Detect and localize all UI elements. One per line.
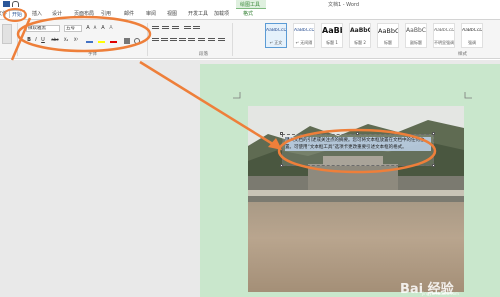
- arrow-head-icon: [268, 138, 282, 150]
- watermark-url: jingyan.baidu.com: [422, 291, 459, 296]
- annotation-arrow-textbox: [139, 60, 277, 148]
- annotation-arrow-home: [10, 17, 32, 61]
- annotation-circle-text-box: [277, 128, 437, 174]
- annotation-circle-font-group: [16, 15, 152, 53]
- annotation-circle-home-tab: [3, 8, 27, 22]
- annotation-layer: [3, 8, 437, 174]
